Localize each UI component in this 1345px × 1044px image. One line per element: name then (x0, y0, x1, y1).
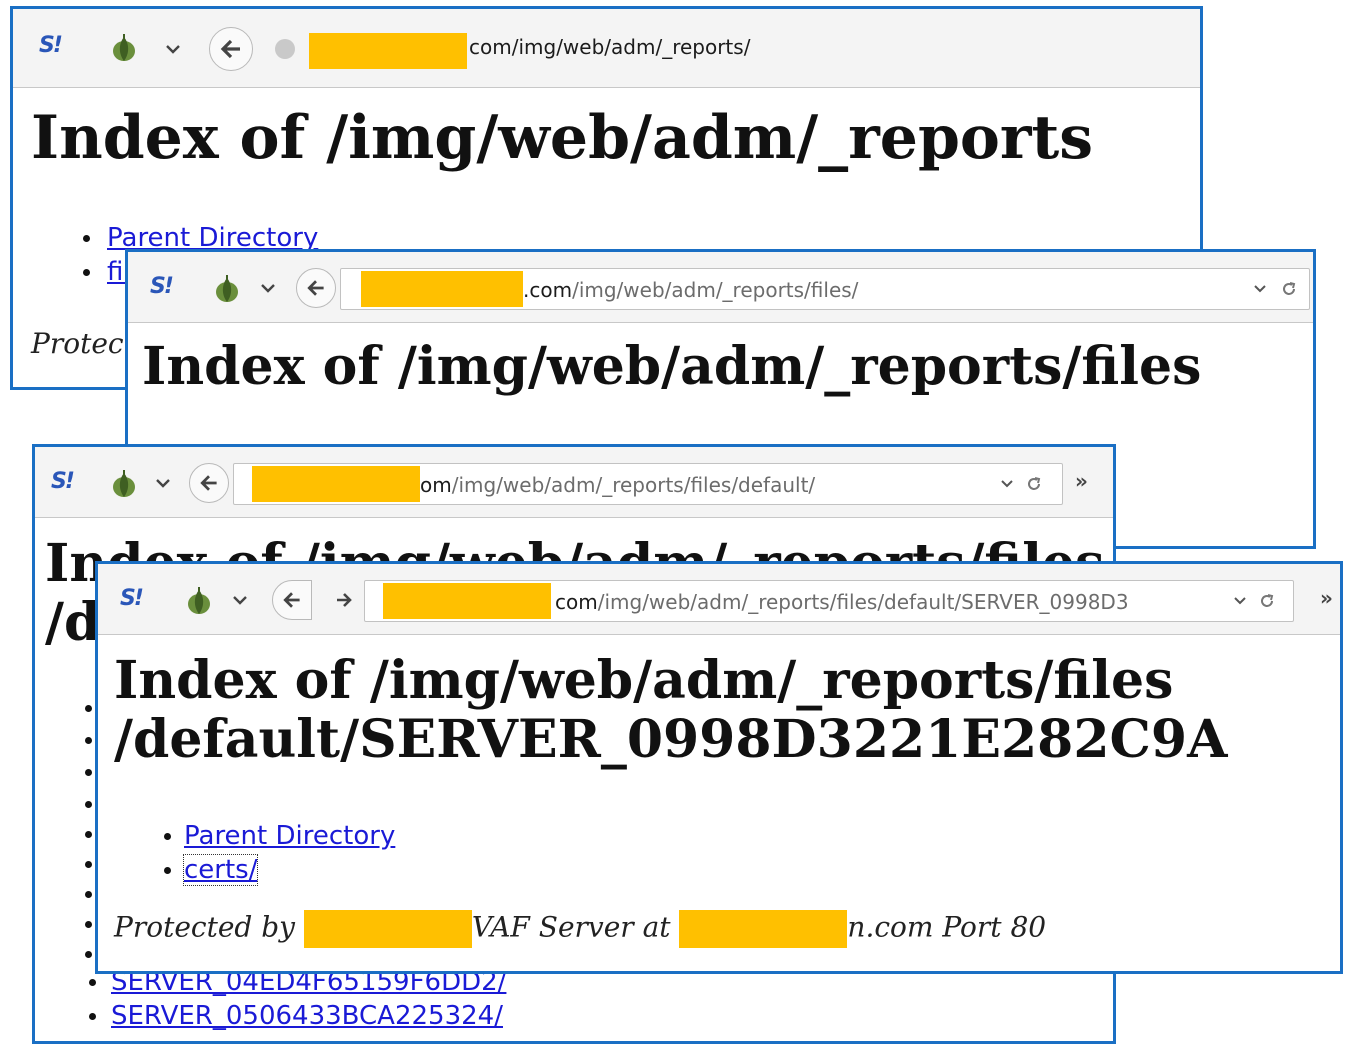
onion-icon[interactable] (109, 469, 139, 499)
list-bullets (85, 697, 95, 977)
redaction-box (383, 583, 551, 619)
browser-toolbar: S! .com/img/web/adm/_reports/files/ (128, 252, 1313, 323)
page-title: Index of /img/web/adm/_reports/files/def… (114, 650, 1228, 770)
redaction-box (252, 466, 420, 502)
chevron-down-icon[interactable] (1233, 594, 1247, 608)
server-link[interactable]: SERVER_0506433BCA225324/ (111, 1001, 503, 1031)
overflow-menu-button[interactable]: » (1075, 469, 1088, 493)
site-logo-icon[interactable]: S! (150, 274, 174, 299)
parent-directory-link[interactable]: Parent Directory (184, 821, 395, 851)
back-arrow-icon (307, 280, 324, 296)
reload-icon[interactable] (1026, 476, 1042, 492)
browser-toolbar: S! om/img/web/adm/_reports/files/default… (35, 447, 1113, 518)
certs-link[interactable]: certs/ (182, 854, 259, 886)
directory-list: SERVER_04ED4F65159F6DD2/ SERVER_0506433B… (85, 965, 506, 1033)
overflow-menu-button[interactable]: » (1320, 586, 1333, 610)
redaction-box (309, 33, 467, 69)
chevron-down-icon[interactable] (1000, 477, 1014, 491)
directory-list: Parent Directory certs/ (160, 819, 395, 887)
chevron-down-icon[interactable] (155, 475, 171, 491)
chevron-down-icon[interactable] (165, 41, 181, 57)
server-footer: Protected by VAF Server at n.com Port 80 (114, 910, 1114, 954)
list-item: SERVER_0506433BCA225324/ (85, 999, 506, 1033)
forward-arrow-icon[interactable] (334, 590, 354, 610)
url-text: com/img/web/adm/_reports/ (469, 35, 751, 59)
address-bar[interactable]: om/img/web/adm/_reports/files/default/ (233, 463, 1063, 505)
site-logo-icon[interactable]: S! (39, 33, 63, 58)
chevron-down-icon[interactable] (1253, 282, 1267, 296)
address-bar[interactable]: .com/img/web/adm/_reports/files/ (340, 268, 1310, 310)
page-title: Index of /img/web/adm/_reports (31, 103, 1094, 173)
browser-toolbar: S! com/img/web/adm/_reports/files/defaul… (98, 564, 1340, 635)
url-path: /img/web/adm/_reports/files/default/ (451, 473, 816, 497)
back-button[interactable] (296, 268, 336, 308)
reload-icon[interactable] (1281, 281, 1297, 297)
page-title: Index of /img/web/adm/_reports/files (142, 336, 1202, 397)
back-button[interactable] (209, 27, 253, 71)
back-arrow-icon (283, 592, 300, 608)
address-bar[interactable]: com/img/web/adm/_reports/files/default/S… (364, 580, 1294, 622)
back-button[interactable] (189, 463, 229, 503)
onion-icon[interactable] (109, 33, 139, 63)
list-item: Parent Directory (160, 819, 395, 853)
url-path: /img/web/adm/_reports/files/ (572, 278, 859, 302)
redaction-box (361, 271, 523, 307)
site-logo-icon[interactable]: S! (120, 586, 144, 611)
back-button[interactable] (272, 580, 312, 620)
site-logo-icon[interactable]: S! (51, 469, 75, 494)
back-arrow-icon (220, 39, 240, 59)
reload-icon[interactable] (1259, 593, 1275, 609)
onion-icon[interactable] (212, 274, 242, 304)
chevron-down-icon[interactable] (260, 280, 276, 296)
redaction-box (303, 910, 472, 948)
onion-icon[interactable] (184, 586, 214, 616)
list-item: certs/ (160, 853, 395, 887)
back-arrow-icon (200, 475, 217, 491)
browser-window-server: S! com/img/web/adm/_reports/files/defaul… (95, 561, 1343, 974)
browser-toolbar: S! com/img/web/adm/_reports/ (13, 9, 1200, 88)
redaction-box (679, 910, 848, 948)
url-path: /img/web/adm/_reports/files/default/SERV… (597, 590, 1129, 614)
chevron-down-icon[interactable] (232, 592, 248, 608)
address-bar[interactable]: com/img/web/adm/_reports/ (265, 25, 1200, 71)
